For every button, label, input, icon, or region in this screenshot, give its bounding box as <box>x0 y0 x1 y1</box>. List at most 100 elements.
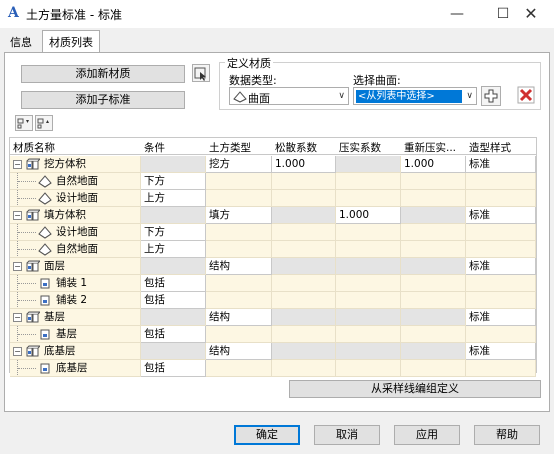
cell-loose[interactable] <box>272 173 336 190</box>
cell-condition[interactable]: 上方 <box>141 190 206 207</box>
cell-type[interactable] <box>206 360 272 377</box>
cell-recompact[interactable] <box>401 360 466 377</box>
cell-condition[interactable]: 包括 <box>141 360 206 377</box>
cell-compact[interactable] <box>336 292 401 309</box>
cell-type[interactable] <box>206 326 272 343</box>
cell-style[interactable] <box>466 241 536 258</box>
table-row[interactable]: − 挖方体积 挖方 1.000 1.000 标准 <box>10 156 536 173</box>
cell-name[interactable]: − 底基层 <box>10 343 141 360</box>
cell-compact[interactable] <box>336 156 401 173</box>
cell-condition[interactable]: 下方 <box>141 224 206 241</box>
table-row[interactable]: − 基层 结构 标准 <box>10 309 536 326</box>
cell-style[interactable] <box>466 173 536 190</box>
cell-recompact[interactable] <box>401 275 466 292</box>
cell-recompact[interactable] <box>401 207 466 224</box>
cell-type[interactable] <box>206 190 272 207</box>
cell-recompact[interactable] <box>401 292 466 309</box>
cell-compact[interactable]: 1.000 <box>336 207 401 224</box>
pick-button[interactable] <box>192 64 210 82</box>
col-loose-factor[interactable]: 松散系数 <box>275 140 317 155</box>
col-recompact[interactable]: 重新压实... <box>404 140 456 155</box>
col-compact-factor[interactable]: 压实系数 <box>339 140 381 155</box>
sort-descending-button[interactable] <box>35 115 53 131</box>
cell-loose[interactable] <box>272 224 336 241</box>
cell-type[interactable] <box>206 292 272 309</box>
cell-style[interactable]: 标准 <box>466 258 536 275</box>
cell-compact[interactable] <box>336 241 401 258</box>
cell-loose[interactable] <box>272 258 336 275</box>
cell-recompact[interactable] <box>401 343 466 360</box>
cell-condition[interactable] <box>141 343 206 360</box>
surface-select[interactable]: <从列表中选择> ∨ <box>353 87 477 105</box>
cell-condition[interactable] <box>141 156 206 173</box>
collapse-toggle[interactable]: − <box>13 211 22 220</box>
cell-name[interactable]: 铺装 2 <box>10 292 141 309</box>
table-row[interactable]: 铺装 2 包括 <box>10 292 536 309</box>
table-row[interactable]: 基层 包括 <box>10 326 536 343</box>
define-from-sample-groups-button[interactable]: 从采样线编组定义 <box>289 380 541 398</box>
cell-recompact[interactable] <box>401 309 466 326</box>
cell-name[interactable]: 设计地面 <box>10 224 141 241</box>
cell-style[interactable] <box>466 360 536 377</box>
collapse-toggle[interactable]: − <box>13 347 22 356</box>
tab-info[interactable]: 信息 <box>6 32 36 52</box>
col-material-name[interactable]: 材质名称 <box>13 140 55 155</box>
cell-condition[interactable]: 包括 <box>141 292 206 309</box>
add-surface-button[interactable] <box>481 86 501 106</box>
table-row[interactable]: − 面层 结构 标准 <box>10 258 536 275</box>
cell-loose[interactable] <box>272 207 336 224</box>
cell-loose[interactable] <box>272 292 336 309</box>
minimize-button[interactable]: — <box>434 0 480 28</box>
cell-condition[interactable]: 包括 <box>141 326 206 343</box>
cell-condition[interactable]: 包括 <box>141 275 206 292</box>
collapse-toggle[interactable]: − <box>13 262 22 271</box>
cell-name[interactable]: − 挖方体积 <box>10 156 141 173</box>
cell-name[interactable]: 铺装 1 <box>10 275 141 292</box>
cell-name[interactable]: 自然地面 <box>10 241 141 258</box>
cell-name[interactable]: − 面层 <box>10 258 141 275</box>
cell-type[interactable] <box>206 173 272 190</box>
cell-recompact[interactable] <box>401 224 466 241</box>
cell-name[interactable]: − 基层 <box>10 309 141 326</box>
close-button[interactable]: ✕ <box>508 0 554 28</box>
cell-recompact[interactable] <box>401 241 466 258</box>
table-row[interactable]: − 底基层 结构 标准 <box>10 343 536 360</box>
ok-button[interactable]: 确定 <box>234 425 300 445</box>
cell-type[interactable]: 结构 <box>206 309 272 326</box>
table-row[interactable]: 铺装 1 包括 <box>10 275 536 292</box>
table-row[interactable]: 设计地面 下方 <box>10 224 536 241</box>
cell-name[interactable]: 基层 <box>10 326 141 343</box>
cell-compact[interactable] <box>336 173 401 190</box>
col-soil-type[interactable]: 土方类型 <box>209 140 251 155</box>
cell-compact[interactable] <box>336 224 401 241</box>
cell-compact[interactable] <box>336 360 401 377</box>
col-shape-style[interactable]: 造型样式 <box>469 140 511 155</box>
table-row[interactable]: 自然地面 下方 <box>10 173 536 190</box>
help-button[interactable]: 帮助 <box>474 425 540 445</box>
cell-condition[interactable] <box>141 258 206 275</box>
cell-style[interactable] <box>466 292 536 309</box>
cell-style[interactable]: 标准 <box>466 309 536 326</box>
cell-type[interactable] <box>206 275 272 292</box>
cell-loose[interactable] <box>272 326 336 343</box>
cell-recompact[interactable] <box>401 190 466 207</box>
cell-compact[interactable] <box>336 258 401 275</box>
cell-recompact[interactable] <box>401 173 466 190</box>
cell-condition[interactable] <box>141 309 206 326</box>
cell-style[interactable]: 标准 <box>466 207 536 224</box>
cell-style[interactable] <box>466 326 536 343</box>
cell-compact[interactable] <box>336 190 401 207</box>
remove-surface-button[interactable] <box>517 86 535 104</box>
cell-style[interactable] <box>466 190 536 207</box>
cell-condition[interactable] <box>141 207 206 224</box>
cell-recompact[interactable]: 1.000 <box>401 156 466 173</box>
cell-loose[interactable] <box>272 360 336 377</box>
cell-type[interactable]: 填方 <box>206 207 272 224</box>
table-row[interactable]: 自然地面 上方 <box>10 241 536 258</box>
cell-loose[interactable] <box>272 241 336 258</box>
add-material-button[interactable]: 添加新材质 <box>21 65 185 83</box>
add-sub-standard-button[interactable]: 添加子标准 <box>21 91 185 109</box>
cell-loose[interactable] <box>272 275 336 292</box>
cell-compact[interactable] <box>336 275 401 292</box>
col-condition[interactable]: 条件 <box>144 140 165 155</box>
